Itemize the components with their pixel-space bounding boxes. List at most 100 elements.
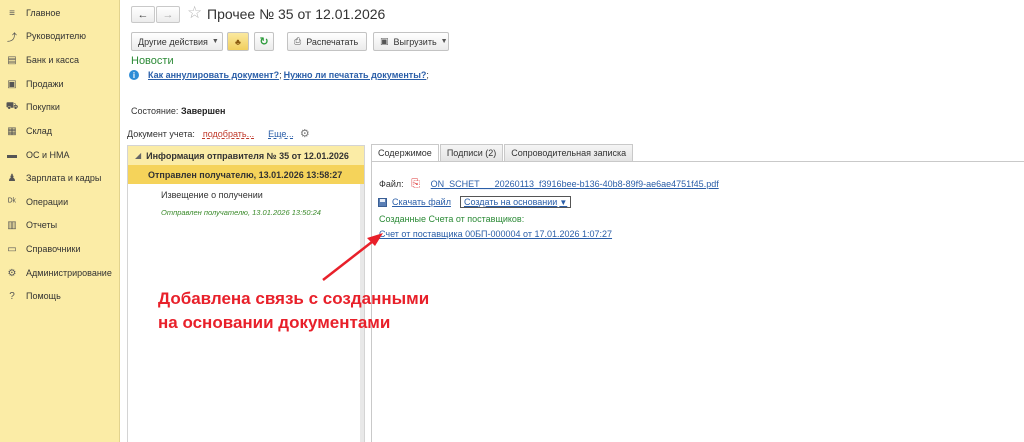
forward-button[interactable]: → — [156, 6, 180, 23]
book-icon: ▭ — [7, 243, 17, 255]
sidebar-item-label: Банк и касса — [26, 55, 79, 65]
other-actions-button[interactable]: Другие действия ▼ — [131, 32, 223, 51]
news-label: Новости — [131, 55, 174, 67]
tab-bar: Содержимое Подписи (2) Сопроводительная … — [371, 144, 634, 162]
news-link-annul[interactable]: Как аннулировать документ? — [148, 70, 279, 80]
news-link-print[interactable]: Нужно ли печатать документы? — [284, 70, 427, 80]
sidebar-item-operations[interactable]: ᴰᵏ Операции — [0, 192, 120, 212]
sidebar-item-purchases[interactable]: ⛟ Покупки — [0, 97, 120, 117]
tree-notice-status: Отправлен получателю, 13.01.2026 13:50:2… — [161, 208, 321, 217]
file-link[interactable]: ON_SCHET___20260113_f3916bee-b136-40b8-8… — [431, 179, 719, 189]
page-title: Прочее № 35 от 12.01.2026 — [207, 6, 386, 22]
tab-signatures[interactable]: Подписи (2) — [439, 144, 504, 162]
export-button[interactable]: ▣ Выгрузить ▼ — [373, 32, 449, 51]
assets-icon: ▬ — [7, 149, 17, 161]
state-label: Состояние: — [131, 106, 179, 116]
tree-header-label: Информация отправителя № 35 от 12.01.202… — [146, 150, 349, 161]
more-link[interactable]: Еще... — [268, 129, 294, 139]
main-area: ← → ☆ Прочее № 35 от 12.01.2026 Другие д… — [121, 0, 1024, 442]
sidebar-item-assets[interactable]: ▬ ОС и НМА — [0, 145, 120, 165]
sidebar-item-warehouse[interactable]: ▦ Склад — [0, 121, 120, 141]
sidebar-item-sales[interactable]: ▣ Продажи — [0, 74, 120, 94]
tree-selected-row[interactable]: Отправлен получателю, 13.01.2026 13:58:2… — [128, 165, 364, 184]
accounting-row: Документ учета: подобрать... Еще... ⚙ — [127, 127, 310, 140]
refresh-icon: ↻ — [259, 36, 269, 48]
printer-icon: ⎙ — [294, 36, 302, 46]
sidebar: ≡ Главное ⤴ Руководителю ▤ Банк и касса … — [0, 0, 120, 442]
sidebar-item-manager[interactable]: ⤴ Руководителю — [0, 26, 120, 46]
download-link[interactable]: Скачать файл — [392, 197, 451, 207]
sidebar-item-label: Продажи — [26, 79, 64, 89]
structure-button[interactable]: ♣ — [227, 32, 249, 51]
create-based-on-button[interactable]: Создать на основании ▼ — [459, 196, 572, 208]
save-icon: ▣ — [380, 36, 389, 46]
sidebar-item-label: ОС и НМА — [26, 150, 70, 160]
cart-icon: ⛟ — [5, 100, 19, 112]
tree-header[interactable]: ◢ Информация отправителя № 35 от 12.01.2… — [128, 146, 364, 165]
gear-icon[interactable]: ⚙ — [300, 127, 310, 140]
sidebar-item-label: Главное — [26, 8, 61, 18]
news-end: ; — [426, 70, 429, 80]
sales-icon: ▣ — [7, 78, 17, 90]
sidebar-item-help[interactable]: ? Помощь — [0, 286, 120, 306]
warehouse-icon: ▦ — [7, 125, 17, 137]
accounting-label: Документ учета: — [127, 128, 195, 139]
news-separator: ; — [279, 70, 282, 80]
menu-icon: ≡ — [9, 7, 15, 19]
arrow-left-icon: ← — [137, 8, 149, 21]
chevron-down-icon: ▼ — [440, 38, 448, 45]
refresh-button[interactable]: ↻ — [254, 32, 274, 51]
sidebar-item-label: Отчеты — [26, 220, 58, 230]
export-label: Выгрузить — [393, 36, 437, 47]
sidebar-item-label: Справочники — [26, 244, 81, 254]
operations-icon: ᴰᵏ — [8, 196, 16, 208]
reports-icon: ▥ — [7, 219, 17, 231]
chevron-down-icon: ▼ — [559, 197, 568, 207]
pdf-icon: ⎘ — [411, 177, 421, 190]
sidebar-item-catalogs[interactable]: ▭ Справочники — [0, 239, 120, 259]
created-doc-link[interactable]: Счет от поставщика 00БП-000004 от 17.01.… — [379, 229, 612, 239]
chevron-down-icon: ▼ — [211, 38, 219, 45]
annotation-line-1: Добавлена связь с созданными — [158, 289, 430, 308]
annotation-text: Добавлена связь с созданными на основани… — [158, 287, 429, 335]
news-links: i Как аннулировать документ? ; Нужно ли … — [129, 70, 429, 80]
state-value: Завершен — [180, 106, 226, 116]
trend-icon: ⤴ — [7, 32, 17, 44]
people-icon: ♟ — [7, 172, 17, 184]
sidebar-item-main[interactable]: ≡ Главное — [0, 3, 120, 23]
tab-cover-note[interactable]: Сопроводительная записка — [504, 144, 634, 162]
sidebar-item-label: Операции — [26, 197, 69, 207]
file-label: Файл: — [379, 179, 404, 189]
app-window: ≡ Главное ⤴ Руководителю ▤ Банк и касса … — [0, 0, 1024, 442]
bank-icon: ▤ — [7, 54, 17, 66]
help-icon: ? — [9, 290, 15, 302]
hierarchy-icon: ♣ — [235, 36, 241, 47]
tab-content[interactable]: Содержимое — [371, 144, 439, 162]
sidebar-item-reports[interactable]: ▥ Отчеты — [0, 215, 120, 235]
other-actions-label: Другие действия — [138, 36, 208, 47]
print-label: Распечатать — [306, 36, 359, 47]
collapse-triangle-icon[interactable]: ◢ — [135, 151, 141, 160]
back-button[interactable]: ← — [131, 6, 155, 23]
state-row: Состояние: Завершен — [131, 106, 225, 116]
print-button[interactable]: ⎙ Распечатать — [287, 32, 367, 51]
sidebar-item-label: Зарплата и кадры — [26, 173, 102, 183]
sidebar-item-label: Руководителю — [26, 31, 87, 41]
sidebar-item-label: Помощь — [26, 291, 61, 301]
save-icon — [378, 197, 387, 207]
created-docs-label: Созданные Счета от поставщиков: — [379, 214, 525, 224]
sidebar-item-admin[interactable]: ⚙ Администрирование — [0, 263, 120, 283]
info-icon: i — [129, 70, 139, 80]
sidebar-item-bank[interactable]: ▤ Банк и касса — [0, 50, 120, 70]
gear-icon: ⚙ — [7, 267, 17, 279]
sidebar-item-label: Администрирование — [26, 268, 112, 278]
star-icon[interactable]: ☆ — [187, 3, 202, 23]
annotation-line-2: на основании документами — [158, 313, 391, 332]
create-based-on-label: Создать на основании — [463, 197, 558, 207]
file-row: Файл: ⎘ ON_SCHET___20260113_f3916bee-b13… — [379, 178, 719, 190]
pick-link[interactable]: подобрать... — [203, 129, 254, 139]
arrow-right-icon: → — [162, 8, 174, 21]
tree-notice-item[interactable]: Извещение о получении — [161, 190, 263, 200]
download-row: Скачать файл Создать на основании ▼ — [378, 196, 572, 208]
sidebar-item-payroll[interactable]: ♟ Зарплата и кадры — [0, 168, 120, 188]
